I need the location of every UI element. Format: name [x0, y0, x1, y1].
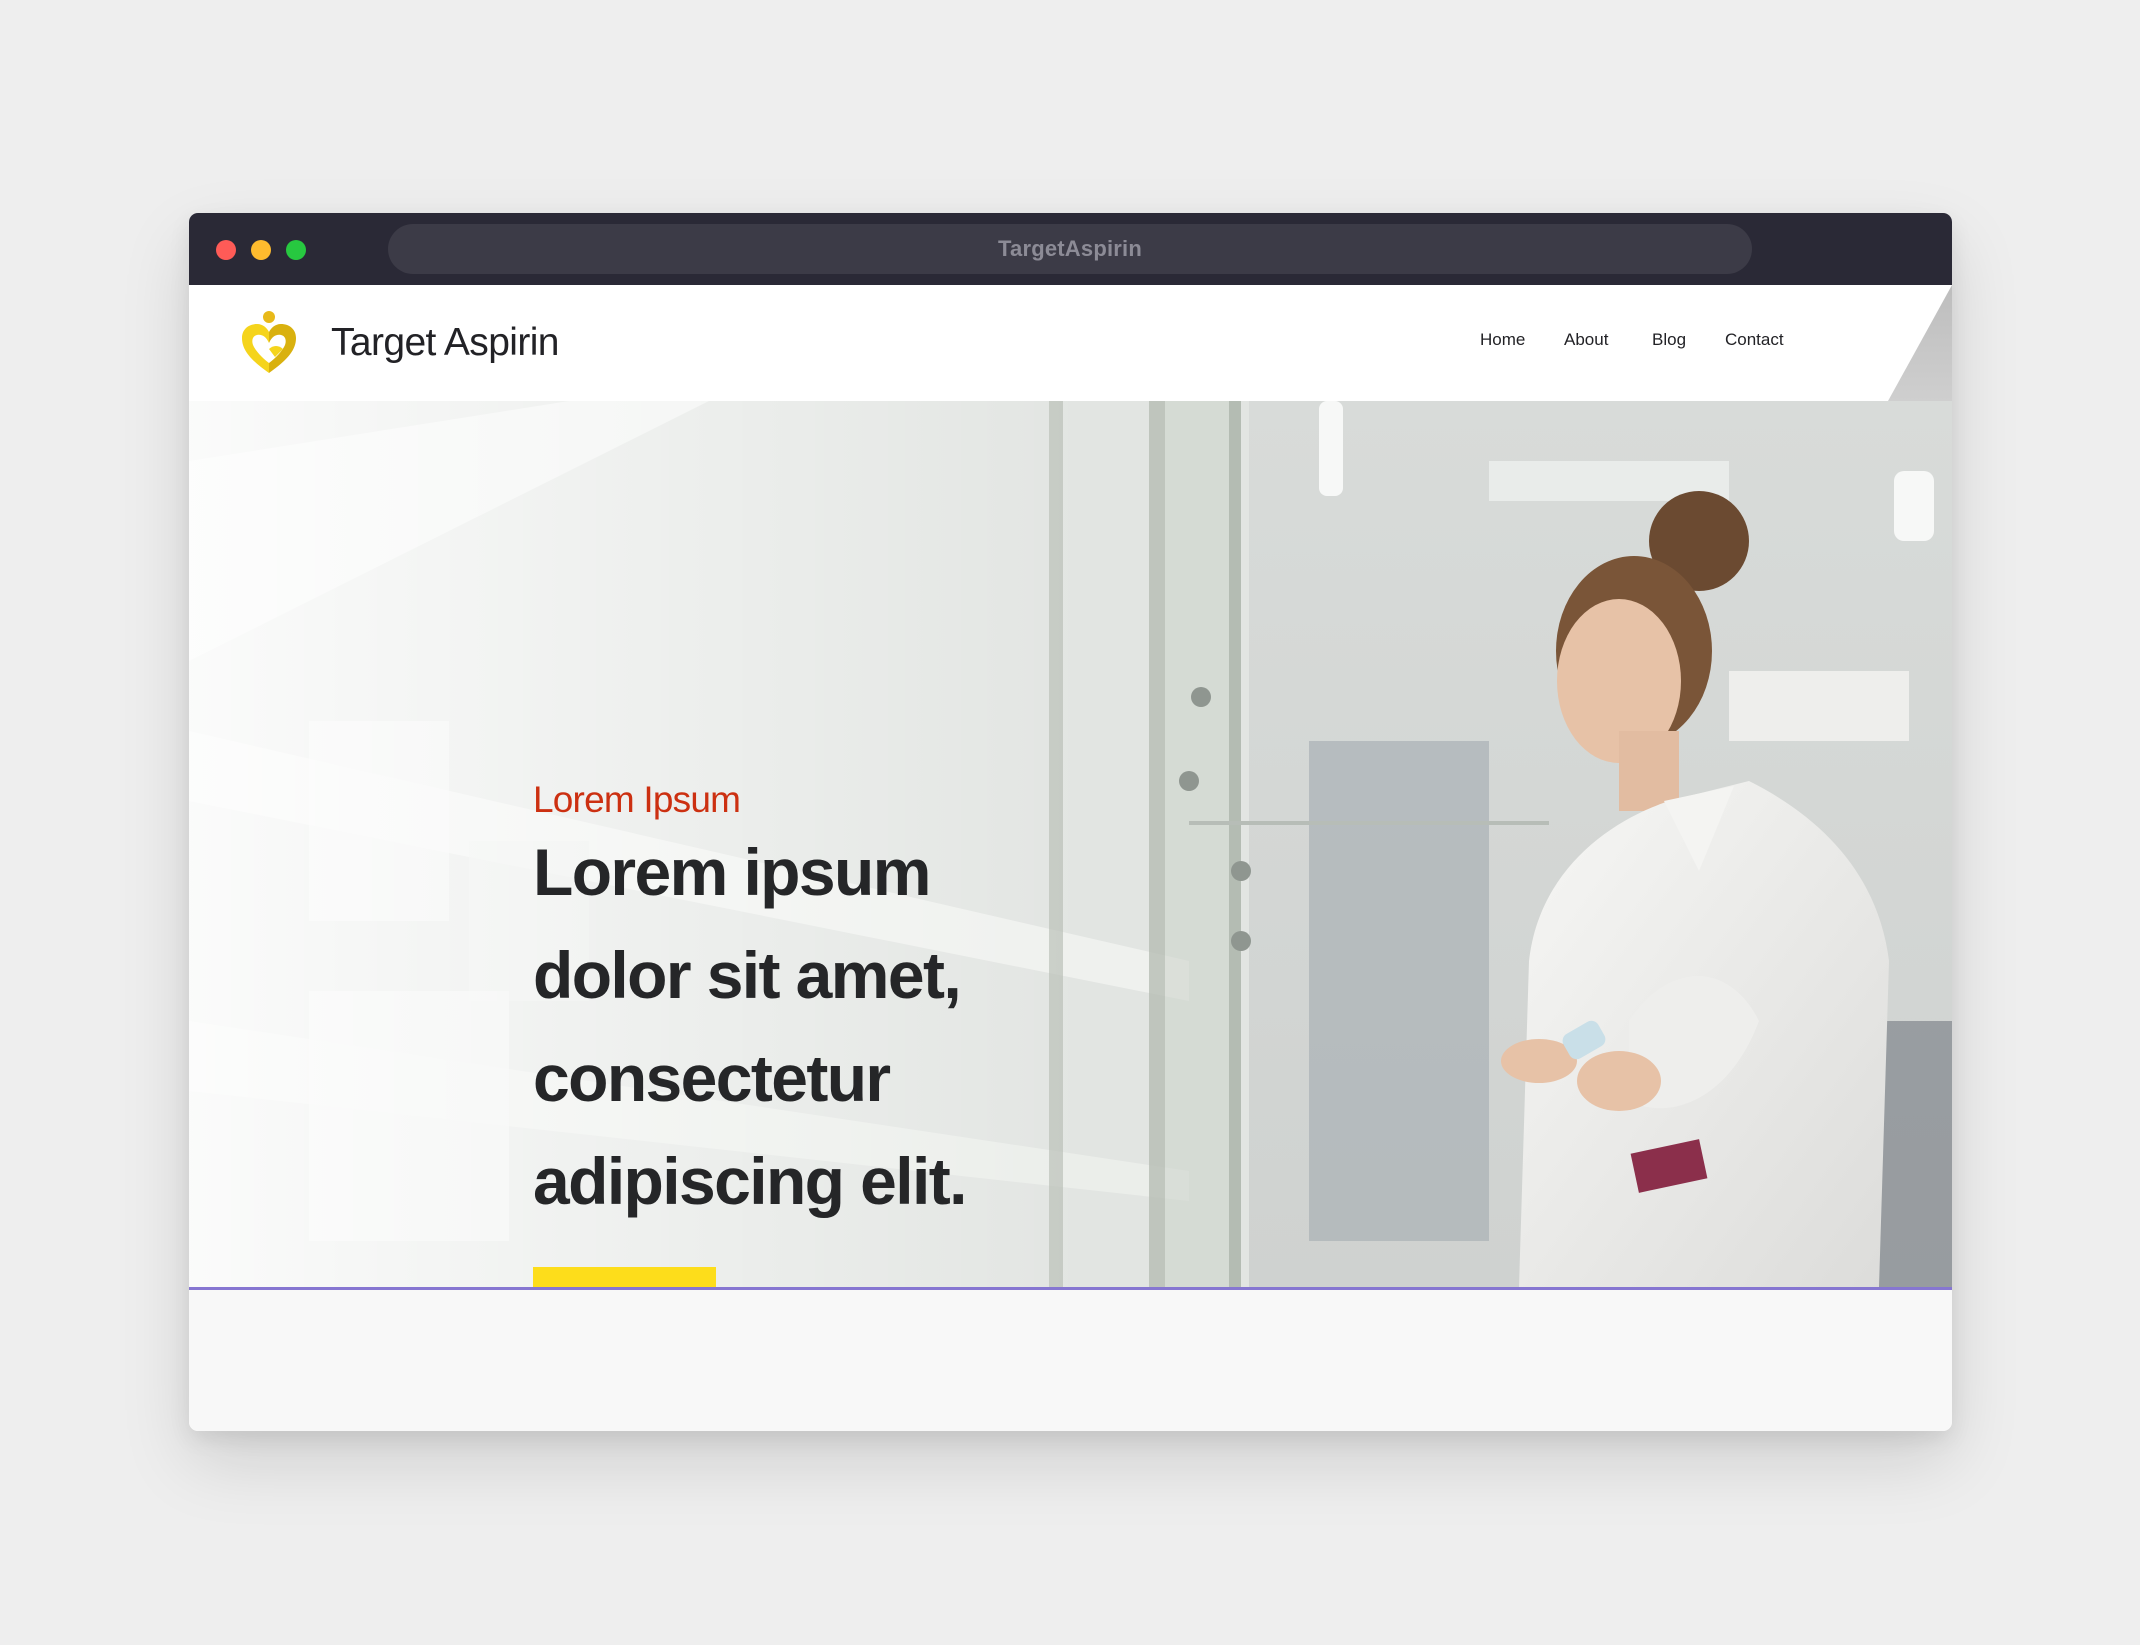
content-area — [189, 1290, 1952, 1431]
maximize-window-dot-icon[interactable] — [286, 240, 306, 260]
header-corner-decoration — [1888, 285, 1952, 401]
heart-person-logo-icon[interactable] — [239, 309, 299, 377]
address-bar[interactable]: TargetAspirin — [388, 224, 1752, 274]
site-header: Target Aspirin Home About Blog Contact — [189, 285, 1952, 401]
hero-headline-line: dolor sit amet, — [533, 938, 962, 1012]
hero-headline-line: Lorem ipsum — [533, 835, 931, 909]
hero-headline-line: adipiscing elit. — [533, 1144, 967, 1218]
browser-titlebar: TargetAspirin — [189, 213, 1952, 285]
brand-name[interactable]: Target Aspirin — [331, 319, 559, 367]
learn-more-button[interactable]: LEARN MORE — [533, 1267, 716, 1287]
nav-contact-link[interactable]: Contact — [1725, 329, 1784, 351]
hero-headline: Lorem ipsum dolor sit amet, consectetur … — [533, 821, 1053, 1233]
nav-about-link[interactable]: About — [1564, 329, 1608, 351]
hero-kicker: Lorem Ipsum — [533, 779, 741, 820]
nav-home-link[interactable]: Home — [1480, 329, 1525, 351]
hero-headline-line: consectetur — [533, 1041, 891, 1115]
hero-bottom-border — [189, 1287, 1952, 1290]
hero-section: Lorem Ipsum Lorem ipsum dolor sit amet, … — [189, 401, 1952, 1287]
close-window-dot-icon[interactable] — [216, 240, 236, 260]
nav-blog-link[interactable]: Blog — [1652, 329, 1686, 351]
minimize-window-dot-icon[interactable] — [251, 240, 271, 260]
hero-pharmacist-photo — [189, 401, 1952, 1287]
browser-window: TargetAspirin Target Aspirin Home About … — [189, 213, 1952, 1431]
